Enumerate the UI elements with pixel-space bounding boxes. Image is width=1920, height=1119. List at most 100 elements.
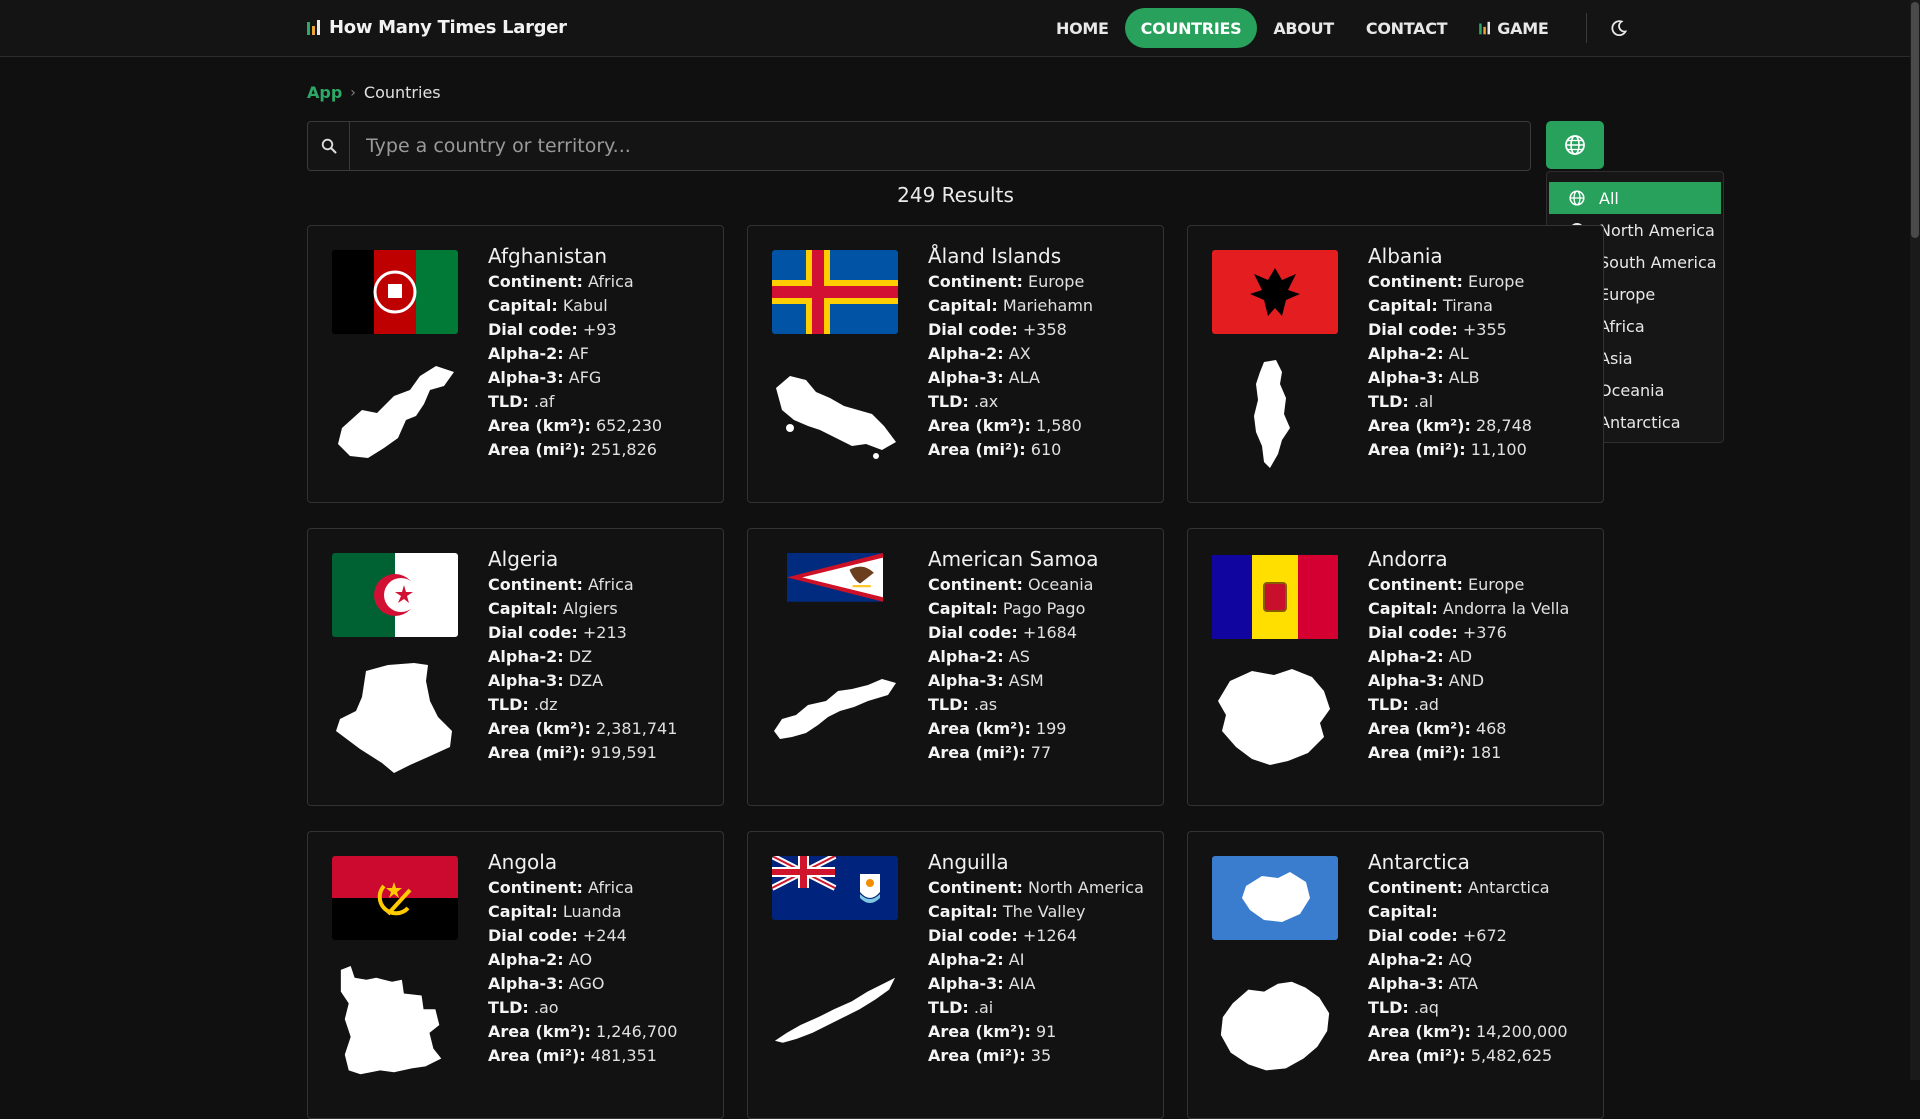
field-value: Pago Pago [1002,599,1086,618]
field-value: +1264 [1022,926,1078,945]
country-dial: Dial code: +672 [1368,924,1568,948]
field-value: AGO [568,974,605,993]
nav-about[interactable]: ABOUT [1257,8,1350,48]
country-area-km: Area (km²): 468 [1368,717,1569,741]
country-info: Afghanistan Continent: Africa Capital: K… [488,242,662,462]
breadcrumb-app-link[interactable]: App [307,83,342,102]
field-label: Dial code: [1368,623,1458,642]
field-value: 91 [1035,1022,1057,1041]
country-area-km: Area (km²): 1,246,700 [488,1020,677,1044]
field-value: AFG [568,368,602,387]
globe-icon [1565,135,1585,155]
country-capital: Capital: The Valley [928,900,1144,924]
field-value: North America [1028,878,1144,897]
field-value: Algiers [562,599,618,618]
flag-american-samoa [787,553,883,602]
flag-andorra [1212,555,1338,639]
field-value: Tirana [1442,296,1493,315]
country-info: American Samoa Continent: Oceania Capita… [928,545,1098,765]
country-alpha3: Alpha-3: AFG [488,366,662,390]
country-shape-algeria [336,663,452,773]
country-tld: TLD: .al [1368,390,1532,414]
country-card[interactable]: Algeria Continent: Africa Capital: Algie… [307,528,724,806]
field-label: Continent: [1368,878,1463,897]
country-area-km: Area (km²): 14,200,000 [1368,1020,1568,1044]
field-label: Alpha-3: [488,671,564,690]
field-label: Alpha-2: [488,950,564,969]
field-value: 35 [1030,1046,1052,1065]
country-card[interactable]: Albania Continent: Europe Capital: Tiran… [1187,225,1604,503]
search-input[interactable] [350,122,1530,170]
country-info: Angola Continent: Africa Capital: Luanda… [488,848,677,1068]
country-area-mi: Area (mi²): 181 [1368,741,1569,765]
page-scrollbar[interactable] [1910,0,1920,1080]
country-name: Albania [1368,244,1443,268]
country-card[interactable]: Åland Islands Continent: Europe Capital:… [747,225,1164,503]
field-value: .af [533,392,555,411]
field-value: DZ [568,647,593,666]
field-value: Mariehamn [1002,296,1094,315]
country-alpha3: Alpha-3: ATA [1368,972,1568,996]
country-card[interactable]: Afghanistan Continent: Africa Capital: K… [307,225,724,503]
nav-home[interactable]: HOME [1040,8,1125,48]
search-icon [321,138,336,154]
field-label: Dial code: [928,320,1018,339]
field-value: Oceania [1028,575,1094,594]
country-continent: Continent: Africa [488,573,677,597]
field-label: Capital: [928,296,998,315]
country-dial: Dial code: +376 [1368,621,1569,645]
continent-option-label: Oceania [1599,380,1665,400]
brand-link[interactable]: How Many Times Larger [307,17,567,38]
country-alpha3: Alpha-3: AIA [928,972,1144,996]
field-label: Continent: [1368,575,1463,594]
continent-option-label: Europe [1599,284,1656,304]
country-card[interactable]: Anguilla Continent: North America Capita… [747,831,1164,1119]
country-continent: Continent: Europe [928,270,1093,294]
field-value: 2,381,741 [595,719,678,738]
flag-aland-islands [772,250,898,334]
field-label: Area (mi²): [488,1046,586,1065]
country-shape-albania [1254,360,1290,468]
field-label: Area (km²): [928,1022,1031,1041]
scroll-thumb[interactable] [1911,2,1919,238]
field-label: Capital: [928,902,998,921]
country-card[interactable]: American Samoa Continent: Oceania Capita… [747,528,1164,806]
field-value: Antarctica [1468,878,1550,897]
country-name: Afghanistan [488,244,608,268]
country-name: Antarctica [1368,850,1470,874]
nav-contact[interactable]: CONTACT [1350,8,1463,48]
country-area-mi: Area (mi²): 251,826 [488,438,662,462]
country-shape-angola [340,965,442,1075]
continent-filter-button[interactable] [1546,121,1604,169]
country-name: Anguilla [928,850,1009,874]
field-value: +213 [582,623,627,642]
field-label: Alpha-3: [928,368,1004,387]
country-name: Åland Islands [928,244,1062,268]
field-value: Luanda [562,902,622,921]
country-area-km: Area (km²): 199 [928,717,1098,741]
country-area-mi: Area (mi²): 610 [928,438,1093,462]
field-value: 1,580 [1035,416,1082,435]
breadcrumb: App › Countries [307,83,441,102]
country-dial: Dial code: +358 [928,318,1093,342]
field-label: Alpha-2: [488,647,564,666]
country-dial: Dial code: +355 [1368,318,1532,342]
nav-game-label: GAME [1497,18,1549,38]
field-label: Alpha-3: [1368,368,1444,387]
field-label: Capital: [1368,599,1438,618]
nav-countries[interactable]: COUNTRIES [1124,8,1258,48]
nav-game[interactable]: GAME [1463,8,1564,48]
field-value: +672 [1462,926,1507,945]
country-area-mi: Area (mi²): 481,351 [488,1044,677,1068]
country-alpha3: Alpha-3: AND [1368,669,1569,693]
moon-icon[interactable] [1611,20,1628,36]
country-card[interactable]: Angola Continent: Africa Capital: Luanda… [307,831,724,1119]
field-label: Area (mi²): [488,440,586,459]
field-label: Dial code: [488,926,578,945]
country-grid: Afghanistan Continent: Africa Capital: K… [307,225,1604,1119]
country-alpha2: Alpha-2: AX [928,342,1093,366]
country-card[interactable]: Andorra Continent: Europe Capital: Andor… [1187,528,1604,806]
country-card[interactable]: Antarctica Continent: Antarctica Capital… [1187,831,1604,1119]
field-label: TLD: [1368,392,1409,411]
country-area-mi: Area (mi²): 919,591 [488,741,677,765]
